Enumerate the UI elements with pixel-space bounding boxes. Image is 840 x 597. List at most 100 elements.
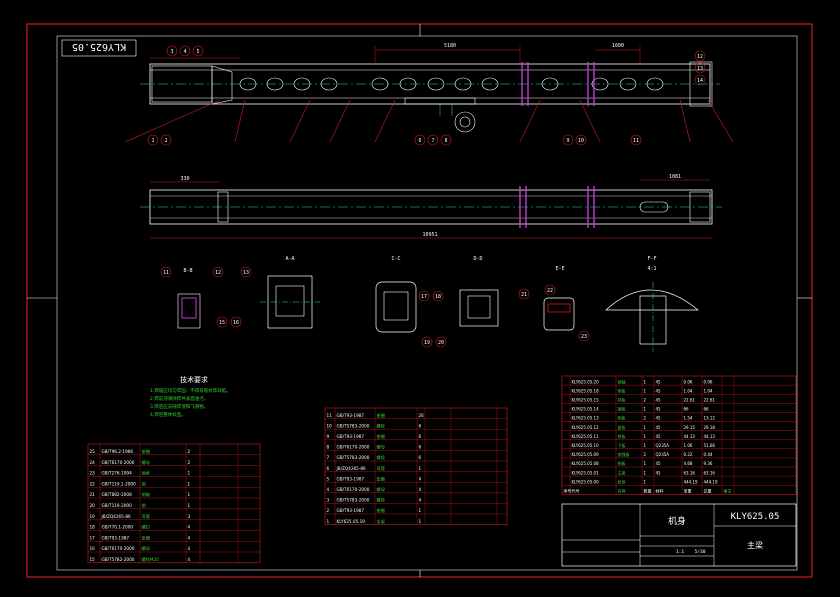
bom-cell: 44.13 [704, 434, 716, 439]
bom-cell: 7 [327, 455, 330, 460]
bom-cell: 23 [90, 471, 96, 476]
bom-cell: 螺母 [377, 444, 385, 451]
bom-cell: GB/T93-1987 [337, 476, 365, 481]
bom-cell: 444.19 [704, 479, 718, 484]
bom-cell: 66 [684, 407, 690, 412]
bom-cell: GB/T5783-2000 [337, 423, 370, 428]
bom-cell: 1 [419, 466, 422, 471]
bom-cell: 1 [419, 519, 422, 524]
bom-cell: 13.12 [704, 416, 716, 421]
bom-cell: GB/T5783-2000 [337, 498, 370, 503]
svg-text:13: 13 [243, 270, 249, 276]
bom-cell: 螺钉 [142, 524, 151, 531]
svg-text:2: 2 [164, 138, 167, 144]
bom-cell: GB/T70.1-2000 [102, 525, 134, 530]
bom-cell: KLY625.05.09 [572, 452, 600, 457]
bom-cell: 25 [90, 449, 96, 454]
bom-cell: 10 [327, 423, 333, 428]
svg-text:E-E: E-E [555, 266, 564, 272]
bom-cell: 0.06 [704, 379, 713, 384]
bom-cell: 2 [188, 460, 191, 465]
bom-cell: 444.19 [684, 479, 698, 484]
bom-cell: 弯管 [142, 513, 150, 520]
svg-text:1.焊缝应均匀牢固，不得有裂纹等缺陷。: 1.焊缝应均匀牢固，不得有裂纹等缺陷。 [150, 387, 231, 394]
bom-cell: 45 [656, 461, 662, 466]
bom-cell: 4 [419, 498, 422, 503]
bom-cell: 24 [90, 460, 96, 465]
bom-cell: GB/T5783-2000 [337, 455, 370, 460]
bom-cell: 1.06 [684, 443, 693, 448]
svg-text:10: 10 [578, 138, 584, 144]
svg-text:11: 11 [163, 270, 169, 276]
svg-text:A-A: A-A [285, 256, 294, 262]
svg-text:19: 19 [424, 340, 430, 346]
bom-cell: 45 [656, 434, 662, 439]
svg-text:D-D: D-D [473, 256, 482, 262]
bom-cell: 螺母 [377, 486, 385, 493]
bom-cell: 垫圈 [377, 475, 385, 482]
svg-text:F-F: F-F [647, 256, 656, 262]
svg-text:1:1: 1:1 [676, 549, 684, 555]
bom-cell: 侧板 [618, 460, 626, 466]
bom-cell: 4 [188, 557, 191, 562]
svg-text:5180: 5180 [444, 43, 456, 49]
technical-requirements: 技术要求 1.焊缝应均匀牢固，不得有裂纹等缺陷。 2.焊前须清除焊件表面油污。 … [150, 375, 231, 418]
svg-text:330: 330 [180, 176, 189, 182]
bom-cell: 2 [644, 416, 647, 421]
bom-cell: 垫圈 [377, 507, 385, 514]
bom-cell: 63.16 [704, 470, 716, 475]
bom-table-right: KLY625.05.20 销轴 1 45 0.06 0.06 KLY625.05.18 垫板 1… [561, 375, 797, 495]
bom-cell: 51.66 [704, 443, 716, 448]
bom-cell: 1 [644, 388, 647, 393]
bom-cell: 端板 [618, 406, 626, 412]
svg-text:机身: 机身 [668, 515, 686, 527]
bom-cell: 下板 [618, 442, 626, 448]
bom-cell: 1 [644, 379, 647, 384]
bom-cell: 1.54 [684, 416, 693, 421]
bom-cell: 4 [188, 535, 191, 540]
bom-cell: 弯管 [377, 465, 385, 472]
bom-cell: 22.61 [684, 398, 696, 403]
bom-cell: 螺栓M20 [142, 556, 160, 563]
bom-cell: GB/T882-2008 [102, 492, 133, 497]
bom-cell: KLY625.05.10 [572, 443, 600, 448]
bom-cell: 1 [327, 519, 330, 524]
bom-cell: KLY625.05.01 [572, 470, 600, 475]
bom-cell: 销 [142, 502, 146, 509]
bom-cell: JB/ZQ4265-86 [336, 466, 367, 471]
bom-cell: 45 [656, 470, 662, 475]
bom-cell: 1 [644, 407, 647, 412]
bom-cell: 垫圈 [142, 448, 150, 455]
bom-cell: 螺栓 [377, 497, 386, 504]
bom-cell: 4 [419, 476, 422, 481]
bom-cell: 螺母 [142, 459, 150, 466]
bom-cell: 4 [419, 487, 422, 492]
bom-cell: 4 [188, 546, 191, 551]
bom-cell: 5 [327, 476, 330, 481]
bom-cell: 44.13 [684, 434, 696, 439]
bom-cell: GB/T119-2000 [102, 503, 133, 508]
bom-header-cell: 名称 [618, 488, 626, 494]
bom-cell: 主梁 [618, 469, 626, 475]
section-callouts [160, 266, 590, 348]
bom-header-cell: 数量 [644, 488, 652, 494]
bom-cell: 机身 [618, 478, 626, 484]
bom-cell: 1 [644, 443, 647, 448]
bom-cell: 26 [419, 413, 425, 418]
bom-cell: 垫圈 [377, 412, 385, 419]
bom-table-middle: 1 1 GB/T93-1987 垫圈 26 10 GB/T5783-2000 螺栓 6 9 GB/T… [324, 407, 508, 525]
bom-cell: 9 [327, 434, 330, 439]
svg-text:4:1: 4:1 [647, 266, 656, 272]
bom-cell: KLY625.05.12 [572, 425, 600, 430]
bom-cell: KLY625.05.11 [572, 434, 600, 439]
svg-text:17: 17 [421, 294, 427, 300]
svg-text:15: 15 [219, 320, 225, 326]
svg-text:5: 5 [196, 49, 199, 55]
bom-cell: 3 [327, 498, 330, 503]
bom-cell: 1 [188, 471, 191, 476]
bom-cell: 6 [419, 455, 422, 460]
bom-cell: GB/T6170-2000 [102, 546, 135, 551]
svg-text:18: 18 [435, 294, 441, 300]
bom-cell: KLY625.05.18 [572, 388, 600, 393]
bom-cell: KLY625.05.14 [572, 407, 600, 412]
